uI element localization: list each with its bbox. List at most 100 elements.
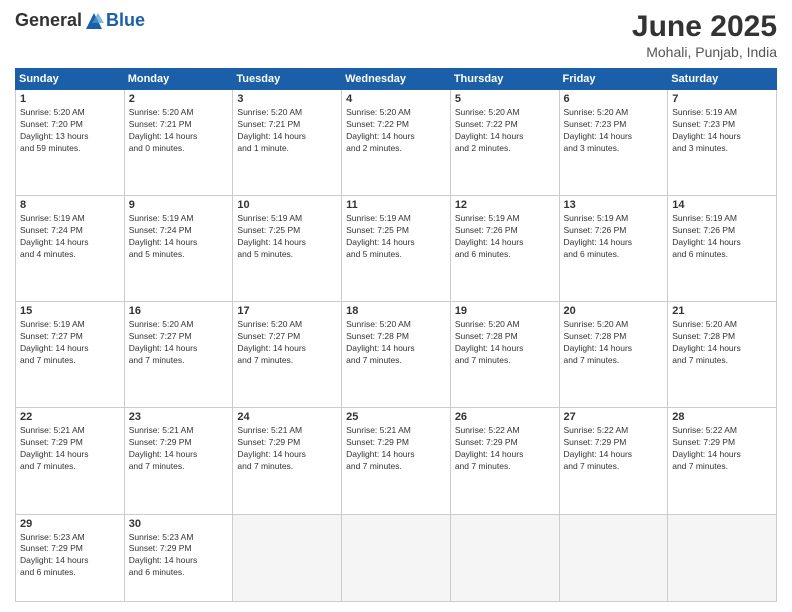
table-cell: 27 Sunrise: 5:22 AMSunset: 7:29 PMDayligh…: [559, 408, 668, 514]
table-cell: [342, 514, 451, 601]
day-number: 20: [564, 305, 664, 317]
table-row: 22 Sunrise: 5:21 AMSunset: 7:29 PMDayligh…: [16, 408, 777, 514]
table-cell: [559, 514, 668, 601]
table-cell: 25Sunrise: 5:21 AMSunset: 7:29 PMDayligh…: [342, 408, 451, 514]
day-number: 6: [564, 93, 664, 105]
table-cell: 22 Sunrise: 5:21 AMSunset: 7:29 PMDayligh…: [16, 408, 125, 514]
day-number: 5: [455, 93, 555, 105]
table-cell: 18 Sunrise: 5:20 AMSunset: 7:28 PMDayligh…: [342, 302, 451, 408]
table-row: 29Sunrise: 5:23 AMSunset: 7:29 PMDayligh…: [16, 514, 777, 601]
cell-info: Sunrise: 5:20 AMSunset: 7:21 PMDaylight:…: [129, 107, 198, 153]
header-friday: Friday: [559, 69, 668, 90]
cell-info: Sunrise: 5:21 AMSunset: 7:29 PMDaylight:…: [237, 425, 306, 471]
day-number: 23: [129, 411, 229, 423]
header-monday: Monday: [124, 69, 233, 90]
day-number: 14: [672, 199, 772, 211]
table-cell: 6 Sunrise: 5:20 AMSunset: 7:23 PMDaylight…: [559, 90, 668, 196]
day-number: 15: [20, 305, 120, 317]
cell-info: Sunrise: 5:19 AMSunset: 7:26 PMDaylight:…: [455, 213, 524, 259]
table-cell: 30 Sunrise: 5:23 AMSunset: 7:29 PMDayligh…: [124, 514, 233, 601]
table-cell: 7Sunrise: 5:19 AMSunset: 7:23 PMDaylight…: [668, 90, 777, 196]
cell-info: Sunrise: 5:19 AMSunset: 7:26 PMDaylight:…: [564, 213, 633, 259]
logo-general-text: General: [15, 10, 82, 31]
header-sunday: Sunday: [16, 69, 125, 90]
table-cell: 28 Sunrise: 5:22 AMSunset: 7:29 PMDayligh…: [668, 408, 777, 514]
calendar-header-row: Sunday Monday Tuesday Wednesday Thursday…: [16, 69, 777, 90]
cell-info: Sunrise: 5:21 AMSunset: 7:29 PMDaylight:…: [20, 425, 89, 471]
header: General Blue June 2025 Mohali, Punjab, I…: [15, 10, 777, 60]
cell-info: Sunrise: 5:19 AMSunset: 7:24 PMDaylight:…: [129, 213, 198, 259]
day-number: 25: [346, 411, 446, 423]
table-cell: 4 Sunrise: 5:20 AMSunset: 7:22 PMDaylight…: [342, 90, 451, 196]
table-cell: 29Sunrise: 5:23 AMSunset: 7:29 PMDayligh…: [16, 514, 125, 601]
table-cell: 10 Sunrise: 5:19 AMSunset: 7:25 PMDayligh…: [233, 196, 342, 302]
cell-info: Sunrise: 5:23 AMSunset: 7:29 PMDaylight:…: [20, 532, 89, 578]
cell-info: Sunrise: 5:20 AMSunset: 7:21 PMDaylight:…: [237, 107, 306, 153]
header-thursday: Thursday: [450, 69, 559, 90]
table-cell: 8Sunrise: 5:19 AMSunset: 7:24 PMDaylight…: [16, 196, 125, 302]
cell-info: Sunrise: 5:20 AMSunset: 7:20 PMDaylight:…: [20, 107, 89, 153]
table-cell: 13 Sunrise: 5:19 AMSunset: 7:26 PMDayligh…: [559, 196, 668, 302]
table-row: 1 Sunrise: 5:20 AMSunset: 7:20 PMDaylight…: [16, 90, 777, 196]
cell-info: Sunrise: 5:19 AMSunset: 7:23 PMDaylight:…: [672, 107, 741, 153]
day-number: 1: [20, 93, 120, 105]
table-cell: 20Sunrise: 5:20 AMSunset: 7:28 PMDayligh…: [559, 302, 668, 408]
month-title: June 2025: [632, 10, 777, 44]
day-number: 9: [129, 199, 229, 211]
day-number: 30: [129, 518, 229, 530]
logo-icon: [84, 11, 104, 31]
day-number: 21: [672, 305, 772, 317]
day-number: 12: [455, 199, 555, 211]
table-cell: 12 Sunrise: 5:19 AMSunset: 7:26 PMDayligh…: [450, 196, 559, 302]
cell-info: Sunrise: 5:20 AMSunset: 7:28 PMDaylight:…: [455, 319, 524, 365]
cell-info: Sunrise: 5:20 AMSunset: 7:22 PMDaylight:…: [455, 107, 524, 153]
table-cell: 24Sunrise: 5:21 AMSunset: 7:29 PMDayligh…: [233, 408, 342, 514]
day-number: 18: [346, 305, 446, 317]
table-cell: 26 Sunrise: 5:22 AMSunset: 7:29 PMDayligh…: [450, 408, 559, 514]
day-number: 10: [237, 199, 337, 211]
calendar-table: Sunday Monday Tuesday Wednesday Thursday…: [15, 68, 777, 602]
table-cell: [233, 514, 342, 601]
table-cell: [450, 514, 559, 601]
table-cell: 11 Sunrise: 5:19 AMSunset: 7:25 PMDayligh…: [342, 196, 451, 302]
day-number: 4: [346, 93, 446, 105]
cell-info: Sunrise: 5:20 AMSunset: 7:27 PMDaylight:…: [237, 319, 306, 365]
cell-info: Sunrise: 5:20 AMSunset: 7:27 PMDaylight:…: [129, 319, 198, 365]
table-cell: 15 Sunrise: 5:19 AMSunset: 7:27 PMDayligh…: [16, 302, 125, 408]
cell-info: Sunrise: 5:23 AMSunset: 7:29 PMDaylight:…: [129, 532, 198, 578]
table-cell: 5 Sunrise: 5:20 AMSunset: 7:22 PMDaylight…: [450, 90, 559, 196]
day-number: 2: [129, 93, 229, 105]
cell-info: Sunrise: 5:22 AMSunset: 7:29 PMDaylight:…: [672, 425, 741, 471]
table-cell: 16 Sunrise: 5:20 AMSunset: 7:27 PMDayligh…: [124, 302, 233, 408]
table-cell: 23 Sunrise: 5:21 AMSunset: 7:29 PMDayligh…: [124, 408, 233, 514]
cell-info: Sunrise: 5:19 AMSunset: 7:25 PMDaylight:…: [237, 213, 306, 259]
day-number: 19: [455, 305, 555, 317]
table-row: 15 Sunrise: 5:19 AMSunset: 7:27 PMDayligh…: [16, 302, 777, 408]
day-number: 17: [237, 305, 337, 317]
page: General Blue June 2025 Mohali, Punjab, I…: [0, 0, 792, 612]
cell-info: Sunrise: 5:21 AMSunset: 7:29 PMDaylight:…: [129, 425, 198, 471]
cell-info: Sunrise: 5:20 AMSunset: 7:22 PMDaylight:…: [346, 107, 415, 153]
day-number: 13: [564, 199, 664, 211]
table-cell: 21Sunrise: 5:20 AMSunset: 7:28 PMDayligh…: [668, 302, 777, 408]
day-number: 11: [346, 199, 446, 211]
table-cell: 14 Sunrise: 5:19 AMSunset: 7:26 PMDayligh…: [668, 196, 777, 302]
cell-info: Sunrise: 5:22 AMSunset: 7:29 PMDaylight:…: [564, 425, 633, 471]
header-tuesday: Tuesday: [233, 69, 342, 90]
location-title: Mohali, Punjab, India: [632, 44, 777, 60]
day-number: 26: [455, 411, 555, 423]
day-number: 16: [129, 305, 229, 317]
cell-info: Sunrise: 5:19 AMSunset: 7:27 PMDaylight:…: [20, 319, 89, 365]
title-block: June 2025 Mohali, Punjab, India: [632, 10, 777, 60]
cell-info: Sunrise: 5:19 AMSunset: 7:25 PMDaylight:…: [346, 213, 415, 259]
cell-info: Sunrise: 5:19 AMSunset: 7:26 PMDaylight:…: [672, 213, 741, 259]
cell-info: Sunrise: 5:22 AMSunset: 7:29 PMDaylight:…: [455, 425, 524, 471]
day-number: 28: [672, 411, 772, 423]
header-saturday: Saturday: [668, 69, 777, 90]
day-number: 27: [564, 411, 664, 423]
day-number: 22: [20, 411, 120, 423]
logo: General Blue: [15, 10, 145, 31]
cell-info: Sunrise: 5:20 AMSunset: 7:28 PMDaylight:…: [346, 319, 415, 365]
table-cell: 19 Sunrise: 5:20 AMSunset: 7:28 PMDayligh…: [450, 302, 559, 408]
cell-info: Sunrise: 5:20 AMSunset: 7:23 PMDaylight:…: [564, 107, 633, 153]
